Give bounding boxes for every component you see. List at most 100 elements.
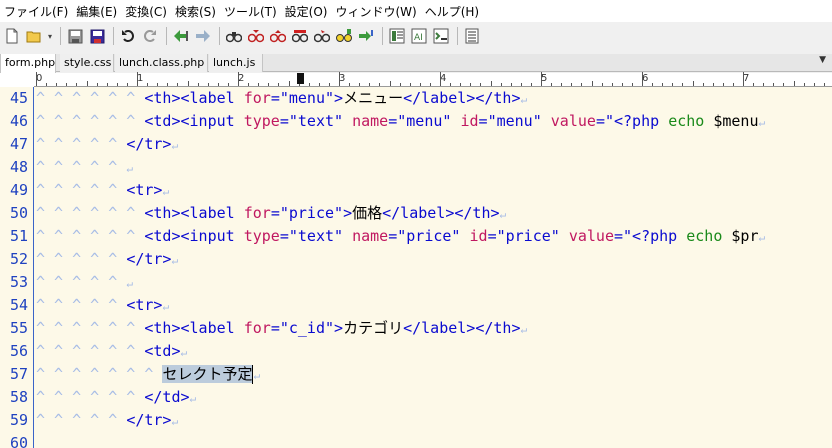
tab-lunch-js[interactable]: lunch.js xyxy=(209,54,263,72)
toolbar-separator xyxy=(219,27,220,45)
save-all-icon[interactable] xyxy=(87,26,107,46)
code-line[interactable]: 56 ^ ^ ^ ^ ^ ^ <td>↵ xyxy=(0,340,832,363)
ruler-tick xyxy=(349,83,351,86)
code-text[interactable]: ^ ^ ^ ^ ^ ^ <td>↵ xyxy=(36,340,187,364)
code-line[interactable]: 54 ^ ^ ^ ^ ^ <tr>↵ xyxy=(0,294,832,317)
menu-convert[interactable]: 変換(C) xyxy=(123,3,173,20)
code-line[interactable]: 51 ^ ^ ^ ^ ^ ^ <td><input type="text" nam… xyxy=(0,225,832,248)
function-list-icon[interactable] xyxy=(431,26,451,46)
new-file-icon[interactable] xyxy=(2,26,22,46)
code-text[interactable]: ^ ^ ^ ^ ^ ^ <th><label for="menu">メニュー</… xyxy=(36,87,527,111)
menu-settings[interactable]: 設定(O) xyxy=(283,3,334,20)
code-text[interactable]: ^ ^ ^ ^ ^ </tr>↵ xyxy=(36,409,178,433)
code-line[interactable]: 59 ^ ^ ^ ^ ^ </tr>↵ xyxy=(0,409,832,432)
menu-search[interactable]: 検索(S) xyxy=(173,3,222,20)
text-cursor xyxy=(252,365,254,384)
code-line[interactable]: 57 ^ ^ ^ ^ ^ ^ ^ セレクト予定↵ xyxy=(0,363,832,386)
code-token: = xyxy=(388,112,398,130)
grep-icon[interactable] xyxy=(312,26,332,46)
ruler-tick xyxy=(197,83,199,86)
line-end-marker: ↵ xyxy=(189,392,197,405)
ruler-tick xyxy=(803,83,805,86)
bookmark-icon[interactable] xyxy=(334,26,354,46)
jump-icon[interactable] xyxy=(356,26,376,46)
compare-icon[interactable]: AI xyxy=(409,26,429,46)
line-number: 49 xyxy=(9,181,28,199)
ruler-tick xyxy=(36,72,37,86)
tab-lunch-class-php[interactable]: lunch.class.php xyxy=(115,54,208,72)
code-line[interactable]: 52 ^ ^ ^ ^ ^ </tr>↵ xyxy=(0,248,832,271)
code-token: for xyxy=(243,319,271,337)
code-line[interactable]: 45 ^ ^ ^ ^ ^ ^ <th><label for="menu">メニュー… xyxy=(0,87,832,110)
code-line[interactable]: 50 ^ ^ ^ ^ ^ ^ <th><label for="price">価格<… xyxy=(0,202,832,225)
code-line[interactable]: 49 ^ ^ ^ ^ ^ <tr>↵ xyxy=(0,179,832,202)
code-line[interactable]: 46 ^ ^ ^ ^ ^ ^ <td><input type="text" nam… xyxy=(0,110,832,133)
tab-form-php[interactable]: form.php xyxy=(0,54,56,73)
code-line[interactable]: 48 ^ ^ ^ ^ ^ ↵ xyxy=(0,156,832,179)
outline-icon[interactable] xyxy=(387,26,407,46)
settings-icon[interactable] xyxy=(462,26,482,46)
line-end-marker: ↵ xyxy=(162,185,170,198)
code-text[interactable]: ^ ^ ^ ^ ^ </tr>↵ xyxy=(36,248,178,272)
code-text[interactable]: ^ ^ ^ ^ ^ ^ ^ セレクト予定↵ xyxy=(36,363,260,387)
open-folder-icon[interactable] xyxy=(24,26,44,46)
jump-forward-icon[interactable] xyxy=(193,26,213,46)
code-token: "price" xyxy=(496,227,560,245)
indent-marker: ^ ^ ^ ^ ^ xyxy=(36,296,127,314)
line-number: 55 xyxy=(9,319,28,337)
search-icon[interactable] xyxy=(224,26,244,46)
ruler-tick xyxy=(328,83,330,86)
code-text[interactable]: ^ ^ ^ ^ ^ </tr>↵ xyxy=(36,133,178,157)
line-end-marker: ↵ xyxy=(126,277,133,290)
code-text[interactable]: ^ ^ ^ ^ ^ <tr>↵ xyxy=(36,179,169,203)
code-text[interactable]: ^ ^ ^ ^ ^ ^ <td><input type="text" name=… xyxy=(36,225,765,249)
menu-help[interactable]: ヘルプ(H) xyxy=(423,3,485,20)
code-line[interactable]: 47 ^ ^ ^ ^ ^ </tr>↵ xyxy=(0,133,832,156)
line-end-marker: ↵ xyxy=(758,116,766,129)
code-line[interactable]: 60 xyxy=(0,432,832,448)
editor[interactable]: 45 ^ ^ ^ ^ ^ ^ <th><label for="menu">メニュー… xyxy=(0,87,832,448)
tab-list-dropdown-icon[interactable]: ▼ xyxy=(819,55,826,65)
code-text[interactable]: ^ ^ ^ ^ ^ <tr>↵ xyxy=(36,294,169,318)
undo-icon[interactable] xyxy=(118,26,138,46)
code-text[interactable]: ^ ^ ^ ^ ^ ^ <th><label for="price">価格</l… xyxy=(36,202,506,226)
ruler-tick xyxy=(561,83,563,86)
code-line[interactable]: 53 ^ ^ ^ ^ ^ ↵ xyxy=(0,271,832,294)
line-end-marker: ↵ xyxy=(758,231,766,244)
jump-back-icon[interactable] xyxy=(171,26,191,46)
ruler-tick xyxy=(753,83,755,86)
indent-marker: ^ ^ ^ ^ ^ ^ xyxy=(36,112,145,130)
line-number: 57 xyxy=(9,365,28,383)
code-token: </tr> xyxy=(126,411,172,429)
menu-window[interactable]: ウィンドウ(W) xyxy=(333,3,422,20)
code-text[interactable]: ^ ^ ^ ^ ^ ↵ xyxy=(36,156,133,180)
code-token: "<?php xyxy=(623,227,687,245)
code-line[interactable]: 58 ^ ^ ^ ^ ^ ^ </td>↵ xyxy=(0,386,832,409)
redo-icon[interactable] xyxy=(140,26,160,46)
ruler-tick xyxy=(702,83,704,86)
code-line[interactable]: 55 ^ ^ ^ ^ ^ ^ <th><label for="c_id">カテゴリ… xyxy=(0,317,832,340)
search-prev-icon[interactable] xyxy=(268,26,288,46)
code-token: = xyxy=(270,89,280,107)
code-text[interactable]: ^ ^ ^ ^ ^ ^ <th><label for="c_id">カテゴリ</… xyxy=(36,317,527,341)
menu-edit[interactable]: 編集(E) xyxy=(74,3,123,20)
ruler-corner xyxy=(0,73,34,87)
save-icon[interactable] xyxy=(65,26,85,46)
code-token: > xyxy=(334,319,344,337)
menu-tools[interactable]: ツール(T) xyxy=(222,3,283,20)
ruler-tick xyxy=(813,83,815,86)
ruler-tick xyxy=(450,83,452,86)
menu-file[interactable]: ファイル(F) xyxy=(2,3,74,20)
code-text[interactable]: ^ ^ ^ ^ ^ ^ </td>↵ xyxy=(36,386,196,410)
replace-icon[interactable] xyxy=(290,26,310,46)
code-token: "price" xyxy=(279,204,344,222)
code-text[interactable]: ^ ^ ^ ^ ^ ↵ xyxy=(36,271,133,295)
tab-style-css[interactable]: style.css xyxy=(60,54,114,72)
ruler-tick xyxy=(46,83,48,86)
search-next-icon[interactable] xyxy=(246,26,266,46)
ruler-tick xyxy=(541,72,542,86)
code-text[interactable]: ^ ^ ^ ^ ^ ^ <td><input type="text" name=… xyxy=(36,110,765,134)
dropdown-arrow-icon[interactable]: ▾ xyxy=(46,26,54,46)
